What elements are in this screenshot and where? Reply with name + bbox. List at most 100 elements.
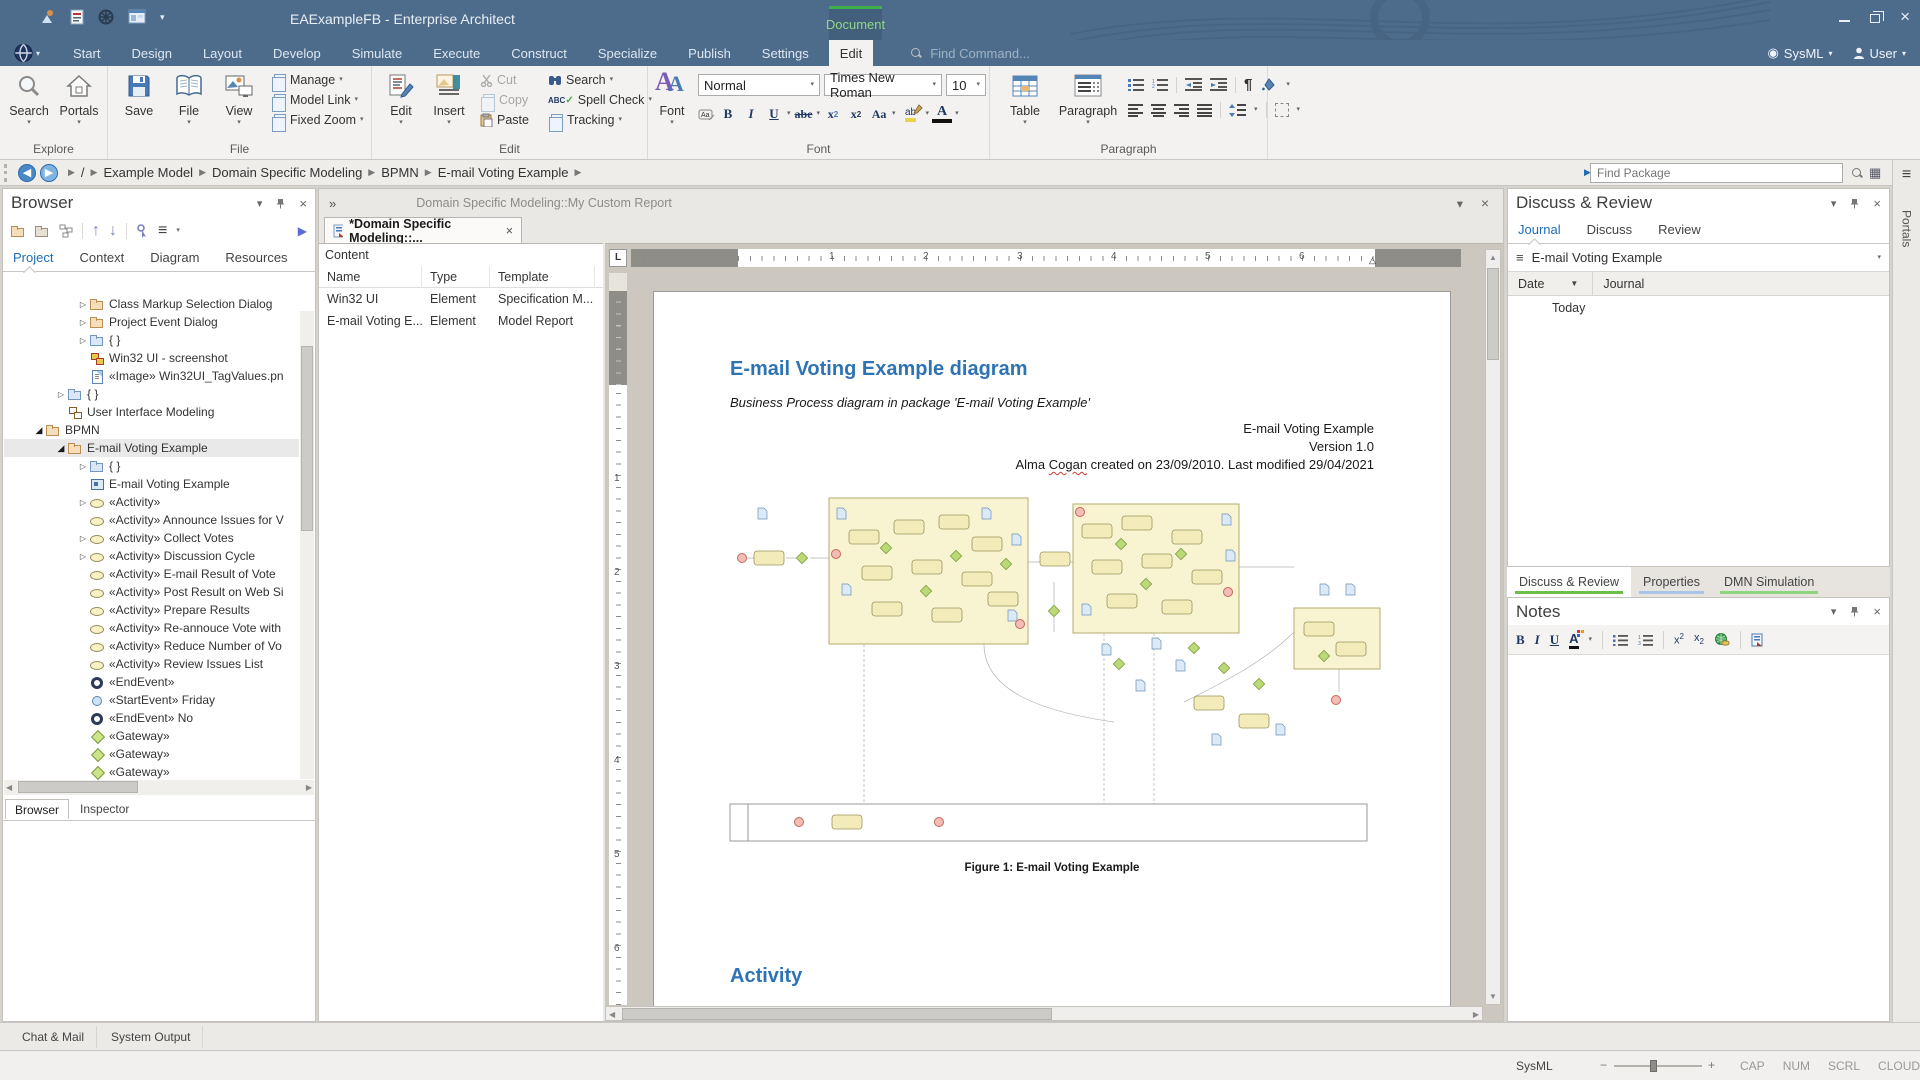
expand-icon[interactable]: ▷ xyxy=(76,462,90,471)
model-link-button[interactable]: Model Link▾ xyxy=(270,92,364,108)
align-justify-button[interactable] xyxy=(1197,104,1212,117)
chevron-down-icon[interactable]: ▾ xyxy=(257,197,263,210)
numbered-list-button[interactable]: 12 xyxy=(1152,78,1168,91)
document-tab[interactable]: *Domain Specific Modeling::... × xyxy=(324,217,522,243)
portals-sidebar[interactable]: ≡ Portals xyxy=(1892,160,1920,1022)
style-select[interactable]: Normal▾ xyxy=(698,74,820,96)
editor-vertical-scrollbar[interactable]: ▲ ▼ xyxy=(1485,249,1501,1005)
expand-icon[interactable]: ▷ xyxy=(76,534,90,543)
tree-item[interactable]: ▷{ } xyxy=(4,385,299,403)
italic-button[interactable]: I xyxy=(1535,632,1540,648)
tree-vertical-scrollbar[interactable] xyxy=(300,311,314,779)
font-size-select[interactable]: 10▾ xyxy=(946,74,986,96)
tree-item[interactable]: «EndEvent» xyxy=(4,673,299,691)
search-button[interactable]: Search▾ xyxy=(6,71,52,135)
browser-tab-resources[interactable]: Resources xyxy=(225,250,287,271)
underline-button[interactable]: U xyxy=(764,104,784,124)
content-column-name[interactable]: Name xyxy=(319,266,422,288)
bullet-list-button[interactable] xyxy=(1613,634,1628,646)
expand-icon[interactable]: ▷ xyxy=(54,390,68,399)
ribbon-tab-specialize[interactable]: Specialize xyxy=(587,40,668,66)
document-editor[interactable]: L 1234567 △ 123456 E-mail Voting Example… xyxy=(605,243,1503,1021)
text-effects-caret-icon[interactable]: ▾ xyxy=(892,111,896,117)
fill-color-caret-icon[interactable]: ▾ xyxy=(1286,82,1290,88)
fixed-zoom-button[interactable]: Fixed Zoom▾ xyxy=(270,112,364,128)
panel-tab-browser[interactable]: Browser xyxy=(5,799,69,819)
qat-dropdown-icon[interactable]: ▾ xyxy=(160,10,165,25)
back-button[interactable]: ◀ xyxy=(18,164,36,182)
new-package-icon[interactable] xyxy=(11,224,26,238)
journal-row-today[interactable]: Today xyxy=(1508,296,1889,320)
find-command[interactable]: Find Command... xyxy=(910,40,1030,66)
subscript-button[interactable]: x2 xyxy=(1694,632,1704,646)
perspective-selector[interactable]: ◉ SysML ▾ xyxy=(1767,45,1832,61)
font-color-caret-icon[interactable]: ▾ xyxy=(955,111,959,117)
tree-item[interactable]: «Gateway» xyxy=(4,745,299,763)
file-button[interactable]: File▾ xyxy=(166,71,212,135)
package-browser-icon[interactable]: ▦ xyxy=(1869,165,1881,181)
font-family-select[interactable]: Times New Roman▾ xyxy=(824,74,942,96)
app-logo[interactable]: ▾ xyxy=(14,42,40,64)
tree-item[interactable]: User Interface Modeling xyxy=(4,403,299,421)
borders-caret-icon[interactable]: ▾ xyxy=(1297,107,1301,113)
browser-tab-context[interactable]: Context xyxy=(79,250,124,271)
editor-horizontal-scrollbar[interactable]: ◀ ▶ xyxy=(605,1006,1483,1021)
discuss-tab-review[interactable]: Review xyxy=(1658,222,1701,243)
borders-button[interactable] xyxy=(1275,103,1289,117)
font-color-caret-icon[interactable]: ▾ xyxy=(1589,637,1593,643)
right-indent-marker[interactable]: △ xyxy=(1369,255,1376,266)
font-color-button[interactable]: A xyxy=(1569,631,1578,649)
decrease-indent-button[interactable] xyxy=(1185,78,1202,91)
tree-item[interactable]: E-mail Voting Example xyxy=(4,475,299,493)
breadcrumb-item[interactable]: Example Model xyxy=(103,165,193,180)
cut-button[interactable]: Cut xyxy=(480,72,529,88)
ribbon-tab-develop[interactable]: Develop xyxy=(262,40,332,66)
font-button[interactable]: A A Font▾ xyxy=(650,71,694,135)
forward-button[interactable]: ▶ xyxy=(40,164,58,182)
close-icon[interactable]: × xyxy=(1873,196,1881,211)
superscript-button[interactable]: x2 xyxy=(846,104,866,124)
collapse-icon[interactable]: ◢ xyxy=(54,443,68,454)
tree-item[interactable]: ▷Class Markup Selection Dialog xyxy=(4,295,299,313)
find-package-input[interactable] xyxy=(1591,166,1842,180)
zoom-out-icon[interactable]: − xyxy=(1600,1058,1607,1072)
expand-icon[interactable]: ▷ xyxy=(76,318,90,327)
tree-item[interactable]: «Activity» Re-annouce Vote with xyxy=(4,619,299,637)
tree-item[interactable]: «StartEvent» Friday xyxy=(4,691,299,709)
save-button[interactable]: Save xyxy=(116,71,162,135)
sort-descending-icon[interactable]: ▼ xyxy=(1570,279,1578,288)
new-note-icon[interactable] xyxy=(1751,633,1763,647)
tree-item[interactable]: ◢E-mail Voting Example xyxy=(4,439,299,457)
superscript-button[interactable]: x2 xyxy=(1674,632,1684,647)
bullet-list-button[interactable] xyxy=(1128,78,1144,91)
tab-stop-box[interactable]: L xyxy=(609,249,627,267)
tree-item[interactable]: «Activity» Prepare Results xyxy=(4,601,299,619)
bottom-tab-chat-mail[interactable]: Chat & Mail xyxy=(10,1026,97,1048)
expand-icon[interactable]: ▷ xyxy=(76,498,90,507)
find-package-search-icon[interactable] xyxy=(1851,167,1863,179)
view-button[interactable]: View▾ xyxy=(216,71,262,135)
tree-item[interactable]: Win32 UI - screenshot xyxy=(4,349,299,367)
edit-button[interactable]: Edit▾ xyxy=(378,71,424,135)
bold-button[interactable]: B xyxy=(718,104,738,124)
breadcrumb-item[interactable]: / xyxy=(81,165,85,180)
new-folder-icon[interactable] xyxy=(35,224,50,238)
breadcrumb-item[interactable]: E-mail Voting Example xyxy=(438,165,569,180)
dock-tab-discuss-review[interactable]: Discuss & Review xyxy=(1507,567,1631,597)
expand-icon[interactable]: ▷ xyxy=(76,300,90,309)
zoom-in-icon[interactable]: + xyxy=(1708,1058,1715,1072)
italic-button[interactable]: I xyxy=(741,104,761,124)
content-row[interactable]: E-mail Voting E...ElementModel Report xyxy=(319,310,603,332)
tree-item[interactable]: ▷Project Event Dialog xyxy=(4,313,299,331)
chevron-down-icon[interactable]: ▾ xyxy=(1831,197,1837,210)
ribbon-tab-publish[interactable]: Publish xyxy=(677,40,742,66)
increase-indent-button[interactable] xyxy=(1210,78,1227,91)
portals-button[interactable]: Portals▾ xyxy=(56,71,102,135)
move-down-icon[interactable]: ↓ xyxy=(109,222,117,240)
align-center-button[interactable] xyxy=(1151,104,1166,117)
document-report-icon[interactable] xyxy=(70,9,84,25)
dock-tab-dmn-simulation[interactable]: DMN Simulation xyxy=(1712,567,1826,597)
paragraph-button[interactable]: Paragraph▾ xyxy=(1056,71,1120,135)
tree-item[interactable]: «Activity» Post Result on Web Si xyxy=(4,583,299,601)
collapse-icon[interactable]: ◢ xyxy=(32,425,46,436)
